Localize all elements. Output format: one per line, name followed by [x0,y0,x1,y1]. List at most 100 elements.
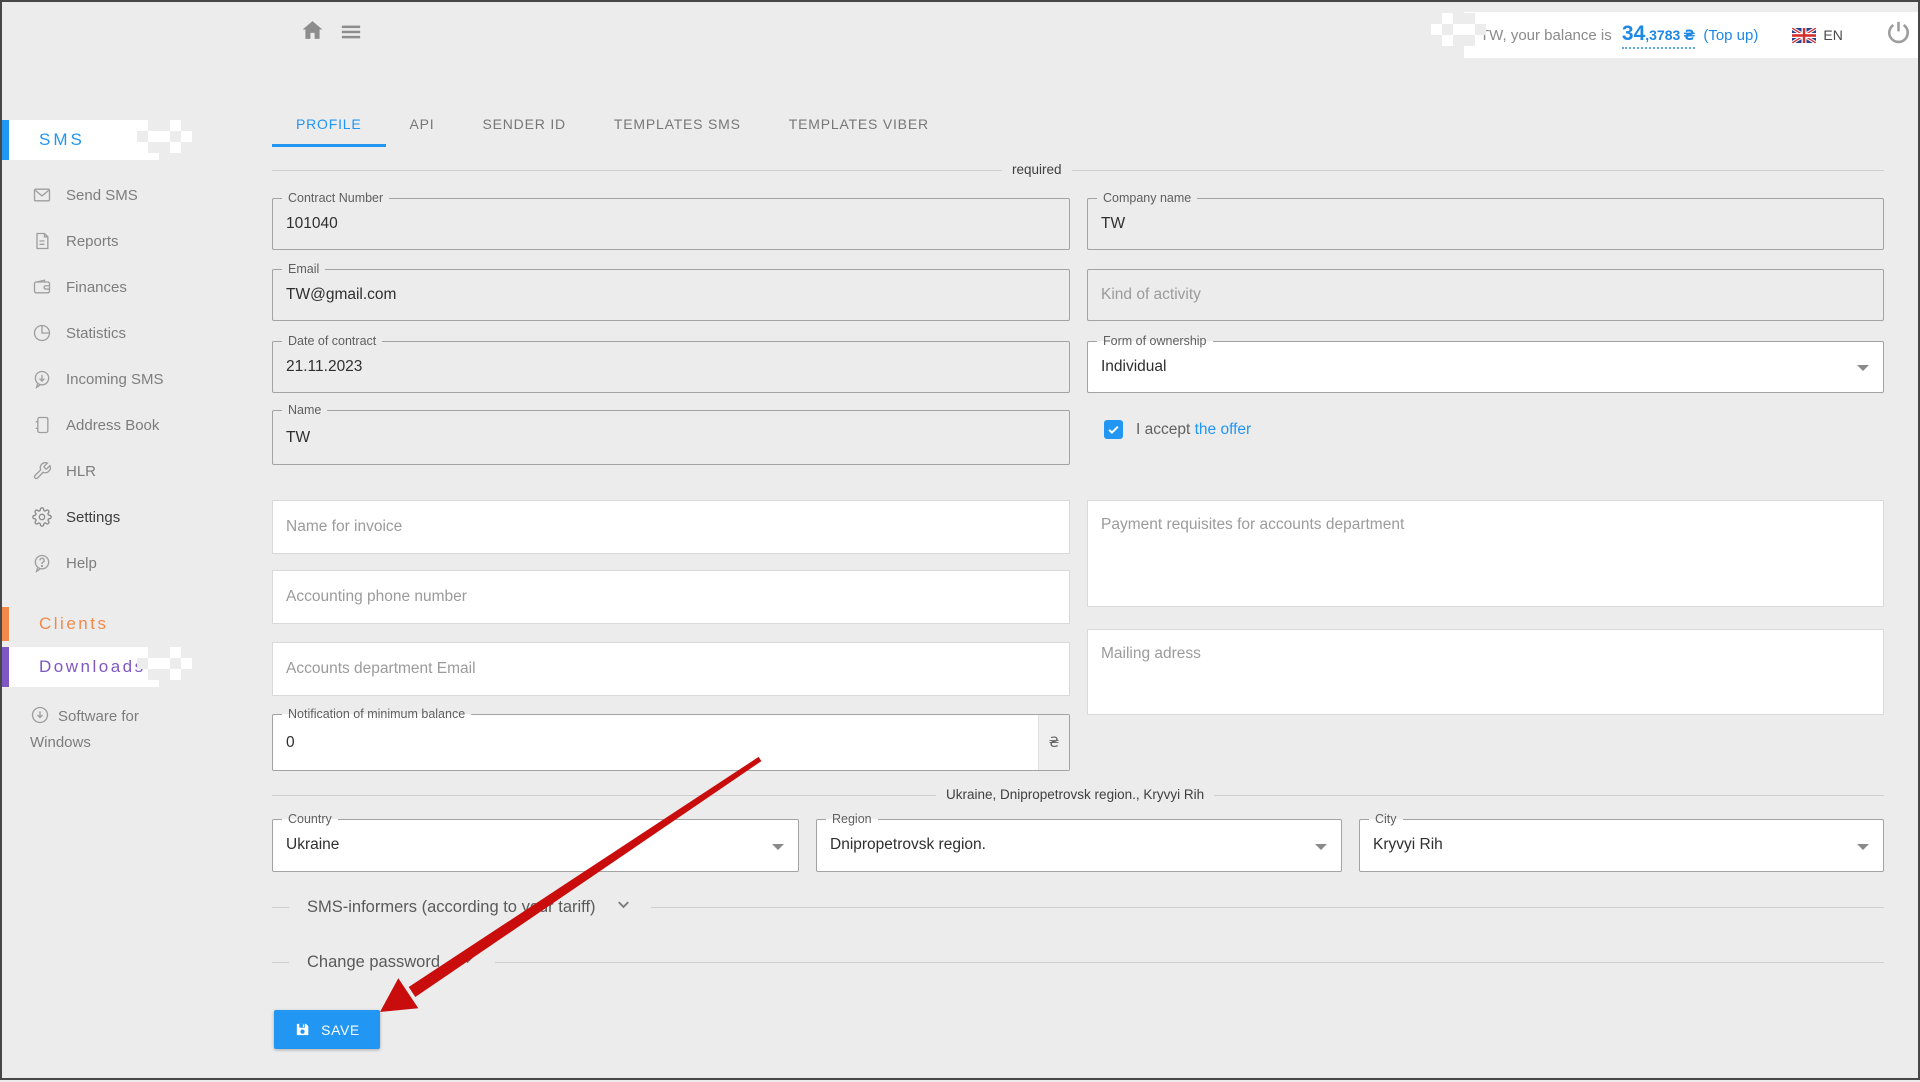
notification-min-balance-field[interactable]: Notification of minimum balance 0 ₴ [272,714,1070,771]
tab-api[interactable]: API [386,107,459,147]
name-for-invoice-input[interactable]: Name for invoice [272,500,1070,554]
accounts-department-email-input[interactable]: Accounts department Email [272,642,1070,696]
sidebar-section-label: Downloads [39,657,146,677]
power-logout-icon[interactable] [1885,19,1912,51]
sidebar: SMS Send SMS Reports Finances Statistics [2,62,242,756]
sidebar-menu: Send SMS Reports Finances Statistics Inc… [2,172,242,586]
field-label: Notification of minimum balance [282,707,471,722]
sidebar-section-sms[interactable]: SMS [2,120,159,160]
active-section-bar [2,647,9,687]
field-value: Dnipropetrovsk region. [817,820,1341,870]
change-password-toggle[interactable]: Change password [272,950,1884,974]
form-of-ownership-select[interactable]: Form of ownership Individual [1087,341,1884,393]
accept-offer-row: I accept the offer [1104,420,1251,439]
field-placeholder: Kind of activity [1088,270,1883,320]
sidebar-section-downloads[interactable]: Downloads [2,647,159,687]
active-section-bar [2,120,9,160]
sidebar-item-incoming-sms[interactable]: Incoming SMS [2,356,242,402]
pie-chart-icon [32,323,52,343]
sidebar-section-clients[interactable]: Clients [2,607,159,641]
field-value: 0 [273,715,1069,770]
location-summary: Ukraine, Dnipropetrovsk region., Kryvyi … [936,787,1214,802]
payment-requisites-textarea[interactable]: Payment requisites for accounts departme… [1087,500,1884,607]
settings-profile-page: { "header": { "balance_prefix": "TW, you… [0,0,1920,1080]
chevron-down-icon [614,895,633,919]
sidebar-item-send-sms[interactable]: Send SMS [2,172,242,218]
document-icon [32,231,52,251]
dropdown-caret-icon [772,844,784,856]
mailing-address-textarea[interactable]: Mailing adress [1087,629,1884,715]
section-bar [2,607,9,641]
field-label: Date of contract [282,334,382,349]
sidebar-item-label: Help [66,555,97,572]
field-value: Ukraine [273,820,798,870]
dropdown-caret-icon [1857,365,1869,377]
address-book-icon [32,415,52,435]
download-icon [30,705,50,725]
divider [272,907,289,908]
sidebar-item-label: Settings [66,509,120,526]
sidebar-item-label: Incoming SMS [66,371,164,388]
sidebar-item-finances[interactable]: Finances [2,264,242,310]
sidebar-item-label: Reports [66,233,119,250]
sidebar-item-address-book[interactable]: Address Book [2,402,242,448]
sms-informers-label: SMS-informers (according to your tariff) [307,898,596,917]
accounting-phone-input[interactable]: Accounting phone number [272,570,1070,624]
company-name-field[interactable]: Company name TW [1087,198,1884,250]
sidebar-section-label: SMS [39,130,85,150]
field-label: City [1369,812,1403,827]
dropdown-caret-icon [1315,844,1327,856]
date-of-contract-field[interactable]: Date of contract 21.11.2023 [272,341,1070,393]
tab-bar: PROFILE API SENDER ID TEMPLATES SMS TEMP… [272,107,953,147]
field-label: Country [282,812,338,827]
field-value: TW [1088,199,1883,249]
kind-of-activity-field[interactable]: Kind of activity [1087,269,1884,321]
sidebar-item-help[interactable]: Help [2,540,242,586]
pixel-decoration [159,647,203,687]
sidebar-section-label: Clients [39,614,108,634]
sidebar-item-label: Send SMS [66,187,138,204]
field-label: Form of ownership [1097,334,1213,349]
field-label: Region [826,812,878,827]
sidebar-item-label: Address Book [66,417,159,434]
save-button[interactable]: SAVE [274,1010,380,1049]
offer-link[interactable]: the offer [1195,421,1252,438]
field-label: Email [282,262,325,277]
main-content: PROFILE API SENDER ID TEMPLATES SMS TEMP… [272,2,1884,1082]
field-label: Name [282,403,327,418]
accept-offer-checkbox[interactable] [1104,420,1123,439]
sidebar-item-label: Statistics [66,325,126,342]
region-select[interactable]: Region Dnipropetrovsk region. [816,819,1342,872]
sidebar-item-label: Finances [66,279,127,296]
sidebar-item-hlr[interactable]: HLR [2,448,242,494]
sidebar-item-software-for-windows[interactable]: Software for Windows [2,704,160,756]
contract-number-field[interactable]: Contract Number 101040 [272,198,1070,250]
divider [651,907,1884,908]
tab-templates-sms[interactable]: TEMPLATES SMS [590,107,765,147]
field-value: Individual [1088,342,1883,392]
city-select[interactable]: City Kryvyi Rih [1359,819,1884,872]
wrench-icon [32,461,52,481]
tab-profile[interactable]: PROFILE [272,107,386,147]
help-icon [32,553,52,573]
field-label: Contract Number [282,191,389,206]
tab-sender-id[interactable]: SENDER ID [458,107,589,147]
envelope-icon [32,185,52,205]
country-select[interactable]: Country Ukraine [272,819,799,872]
name-field[interactable]: Name TW [272,410,1070,465]
field-value: 21.11.2023 [273,342,1069,392]
field-label: Company name [1097,191,1197,206]
sidebar-item-settings[interactable]: Settings [2,494,242,540]
location-divider: Ukraine, Dnipropetrovsk region., Kryvyi … [272,795,1884,796]
tab-templates-viber[interactable]: TEMPLATES VIBER [765,107,953,147]
email-field[interactable]: Email TW@gmail.com [272,269,1070,321]
dropdown-caret-icon [1857,844,1869,856]
sidebar-item-statistics[interactable]: Statistics [2,310,242,356]
gear-icon [32,507,52,527]
field-value: TW [273,411,1069,464]
sidebar-item-reports[interactable]: Reports [2,218,242,264]
sms-informers-toggle[interactable]: SMS-informers (according to your tariff) [272,895,1884,919]
divider [272,962,289,963]
floppy-save-icon [294,1021,311,1038]
required-divider: required [272,170,1884,171]
